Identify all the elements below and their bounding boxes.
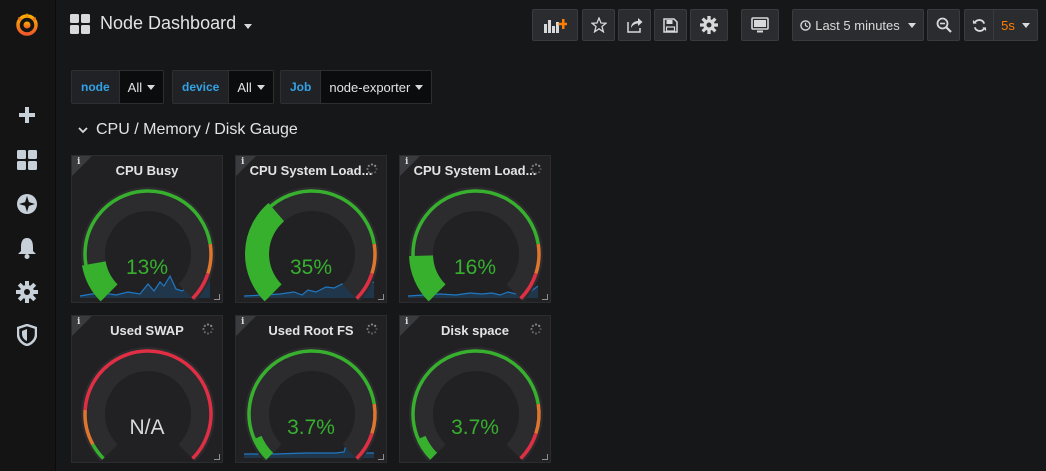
refresh-icon <box>972 18 987 32</box>
panel-title[interactable]: CPU System Load... <box>400 163 550 178</box>
dashboard-settings-button[interactable] <box>690 9 728 41</box>
refresh-interval-label: 5s <box>1001 17 1015 33</box>
chevron-down-icon <box>256 84 265 90</box>
variable-value: node-exporter <box>329 79 411 95</box>
gauge-value: N/A <box>129 416 165 439</box>
create-icon[interactable] <box>12 100 42 130</box>
time-range-label: Last 5 minutes <box>815 17 900 33</box>
add-panel-icon <box>544 19 567 33</box>
gauge-graphic <box>79 187 215 302</box>
variable-node-select[interactable]: All <box>119 70 165 104</box>
row-header[interactable]: CPU / Memory / Disk Gauge <box>78 121 298 139</box>
gear-icon <box>700 16 718 34</box>
gauge-panel[interactable]: i CPU System Load... 35% <box>235 155 387 303</box>
configuration-icon[interactable] <box>12 277 42 307</box>
variable-label: Job <box>280 70 322 104</box>
variable-node: node All <box>71 70 165 104</box>
gauge-panel[interactable]: i Used Root FS 3.7% <box>235 315 387 463</box>
chevron-down-icon <box>147 84 156 90</box>
loading-spinner-icon <box>530 323 542 335</box>
gauge-graphic <box>81 347 215 462</box>
star-icon <box>590 17 607 33</box>
panel-resize-handle[interactable] <box>378 454 384 460</box>
panel-resize-handle[interactable] <box>214 294 220 300</box>
share-dashboard-button[interactable] <box>618 9 651 41</box>
refresh-button[interactable] <box>964 9 994 41</box>
chevron-down-icon <box>415 84 424 90</box>
chevron-down-icon <box>244 23 253 29</box>
variable-device-select[interactable]: All <box>229 70 274 104</box>
gauge-value: 16% <box>453 256 497 279</box>
gauge-panel[interactable]: i CPU Busy 13% <box>71 155 223 303</box>
panel-title[interactable]: Disk space <box>400 323 550 338</box>
loading-spinner-icon <box>366 163 378 175</box>
variable-label: device <box>172 70 230 104</box>
row-title: CPU / Memory / Disk Gauge <box>96 121 298 138</box>
gauge-panel[interactable]: i CPU System Load... 16% <box>399 155 551 303</box>
star-dashboard-button[interactable] <box>582 9 615 41</box>
chevron-down-icon <box>78 127 88 134</box>
zoom-out-icon <box>936 17 952 33</box>
tv-mode-button[interactable] <box>741 9 779 41</box>
server-admin-icon[interactable] <box>12 320 42 350</box>
variable-job: Job node-exporter <box>280 70 433 104</box>
share-icon <box>626 18 642 33</box>
dashboards-icon[interactable] <box>12 145 42 175</box>
gauge-panel[interactable]: i Used SWAP N/A <box>71 315 223 463</box>
panel-resize-handle[interactable] <box>378 294 384 300</box>
explore-icon[interactable] <box>12 189 42 219</box>
gauge-value: 3.7% <box>451 416 499 439</box>
zoom-out-button[interactable] <box>927 9 960 41</box>
loading-spinner-icon <box>202 323 214 335</box>
gauge-graphic <box>244 347 379 462</box>
chevron-down-icon <box>1021 22 1030 28</box>
gauge-graphic <box>407 187 543 302</box>
clock-icon <box>800 19 811 31</box>
variable-label: node <box>71 70 120 104</box>
side-menu <box>0 0 56 471</box>
monitor-icon <box>751 17 769 33</box>
gauge-graphic <box>409 347 543 462</box>
panel-title[interactable]: CPU System Load... <box>236 163 386 178</box>
variable-job-select[interactable]: node-exporter <box>321 70 433 104</box>
panel-resize-handle[interactable] <box>542 454 548 460</box>
variable-value: All <box>237 79 252 95</box>
panel-resize-handle[interactable] <box>542 294 548 300</box>
time-range-picker[interactable]: Last 5 minutes <box>792 9 924 41</box>
dashboard-main: Node Dashboard Last 5 minutes 5s node Al… <box>56 0 1046 471</box>
panel-title[interactable]: Used SWAP <box>72 323 222 338</box>
chevron-down-icon <box>907 22 916 28</box>
dashboard-title-button[interactable]: Node Dashboard <box>70 13 253 34</box>
variable-value: All <box>127 79 143 95</box>
loading-spinner-icon <box>530 163 542 175</box>
panel-title[interactable]: Used Root FS <box>236 323 386 338</box>
gauge-value-fill <box>245 203 285 302</box>
alerting-icon[interactable] <box>12 233 42 263</box>
add-panel-button[interactable] <box>532 9 578 41</box>
gauge-panel[interactable]: i Disk space 3.7% <box>399 315 551 463</box>
panel-title[interactable]: CPU Busy <box>72 163 222 178</box>
gauge-value: 35% <box>289 256 333 279</box>
loading-spinner-icon <box>366 323 378 335</box>
save-dashboard-button[interactable] <box>654 9 687 41</box>
grafana-logo[interactable] <box>12 9 42 39</box>
variable-device: device All <box>172 70 274 104</box>
panel-resize-handle[interactable] <box>214 454 220 460</box>
dashboards-icon <box>70 13 90 34</box>
gauge-value: 3.7% <box>287 416 335 439</box>
save-icon <box>663 17 678 33</box>
dashboard-title: Node Dashboard <box>100 13 237 33</box>
refresh-interval-picker[interactable]: 5s <box>993 9 1038 41</box>
gauge-graphic <box>243 187 379 302</box>
gauge-value: 13% <box>125 256 169 279</box>
